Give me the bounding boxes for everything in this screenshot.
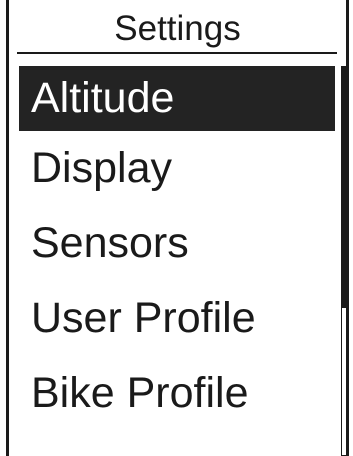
menu-item-sensors[interactable]: Sensors <box>19 208 335 283</box>
menu-item-altitude[interactable]: Altitude <box>19 66 335 131</box>
settings-header: Settings <box>9 0 346 56</box>
page-title: Settings <box>114 9 241 48</box>
settings-menu: Altitude Display Sensors User Profile Bi… <box>19 66 335 433</box>
scrollbar-thumb[interactable] <box>341 66 347 308</box>
device-screen: Settings Altitude Display Sensors User P… <box>6 0 349 456</box>
header-divider <box>17 52 337 54</box>
menu-item-display[interactable]: Display <box>19 133 335 208</box>
menu-item-bike-profile[interactable]: Bike Profile <box>19 358 335 433</box>
menu-item-user-profile[interactable]: User Profile <box>19 283 335 358</box>
